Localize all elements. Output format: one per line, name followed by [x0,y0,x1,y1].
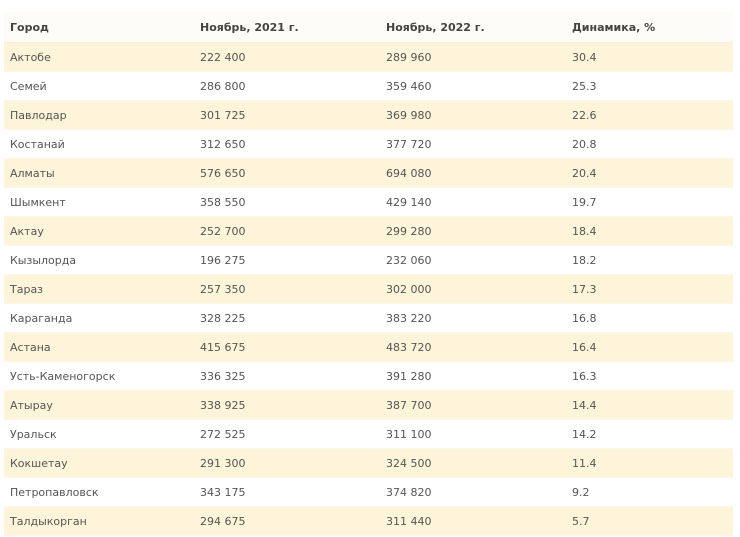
cell-city: Актобе [4,42,194,72]
cell-nov-2022: 311 100 [380,419,566,449]
cell-dynamics: 16.8 [566,303,733,333]
cell-dynamics: 16.4 [566,332,733,362]
table-row: Шымкент 358 550 429 140 19.7 [4,187,733,217]
header-city: Город [4,12,194,43]
cell-nov-2022: 694 080 [380,158,566,188]
cell-city: Петропавловск [4,477,194,507]
table-row: Караганда 328 225 383 220 16.8 [4,303,733,333]
cell-nov-2022: 483 720 [380,332,566,362]
table-row: Кокшетау 291 300 324 500 11.4 [4,448,733,478]
cell-city: Павлодар [4,100,194,130]
cell-dynamics: 11.4 [566,448,733,478]
cell-dynamics: 5.7 [566,506,733,536]
table-row: Алматы 576 650 694 080 20.4 [4,158,733,188]
table-row: Петропавловск 343 175 374 820 9.2 [4,477,733,507]
cell-nov-2022: 289 960 [380,42,566,72]
cell-city: Астана [4,332,194,362]
cell-dynamics: 9.2 [566,477,733,507]
cell-city: Актау [4,216,194,246]
table-row: Актау 252 700 299 280 18.4 [4,216,733,246]
cell-dynamics: 30.4 [566,42,733,72]
table-row: Кызылорда 196 275 232 060 18.2 [4,245,733,275]
cell-dynamics: 14.4 [566,390,733,420]
cell-nov-2022: 311 440 [380,506,566,536]
cell-city: Кызылорда [4,245,194,275]
cell-dynamics: 19.7 [566,187,733,217]
cell-nov-2022: 299 280 [380,216,566,246]
cell-nov-2021: 338 925 [194,390,380,420]
cell-nov-2021: 312 650 [194,129,380,159]
cell-city: Костанай [4,129,194,159]
cell-city: Усть-Каменогорск [4,361,194,391]
cell-dynamics: 14.2 [566,419,733,449]
cell-nov-2022: 324 500 [380,448,566,478]
cell-dynamics: 16.3 [566,361,733,391]
table-header-row: Город Ноябрь, 2021 г. Ноябрь, 2022 г. Ди… [4,12,733,43]
cell-nov-2022: 429 140 [380,187,566,217]
cell-nov-2022: 387 700 [380,390,566,420]
cell-dynamics: 20.4 [566,158,733,188]
cell-city: Семей [4,71,194,101]
table-row: Уральск 272 525 311 100 14.2 [4,419,733,449]
city-price-table-container: Город Ноябрь, 2021 г. Ноябрь, 2022 г. Ди… [4,12,733,536]
cell-dynamics: 17.3 [566,274,733,304]
cell-nov-2021: 291 300 [194,448,380,478]
cell-nov-2021: 358 550 [194,187,380,217]
cell-nov-2021: 222 400 [194,42,380,72]
cell-nov-2022: 232 060 [380,245,566,275]
cell-nov-2021: 328 225 [194,303,380,333]
table-row: Актобе 222 400 289 960 30.4 [4,42,733,72]
cell-nov-2022: 383 220 [380,303,566,333]
cell-city: Талдыкорган [4,506,194,536]
table-body: Актобе 222 400 289 960 30.4 Семей 286 80… [4,42,733,536]
header-dynamics: Динамика, % [566,12,733,43]
table-row: Тараз 257 350 302 000 17.3 [4,274,733,304]
cell-nov-2021: 272 525 [194,419,380,449]
cell-city: Алматы [4,158,194,188]
cell-nov-2021: 294 675 [194,506,380,536]
cell-nov-2021: 336 325 [194,361,380,391]
cell-dynamics: 22.6 [566,100,733,130]
cell-nov-2021: 257 350 [194,274,380,304]
cell-nov-2021: 415 675 [194,332,380,362]
cell-city: Атырау [4,390,194,420]
table-row: Семей 286 800 359 460 25.3 [4,71,733,101]
cell-nov-2021: 286 800 [194,71,380,101]
cell-city: Караганда [4,303,194,333]
header-nov-2022: Ноябрь, 2022 г. [380,12,566,43]
cell-nov-2022: 359 460 [380,71,566,101]
table-row: Костанай 312 650 377 720 20.8 [4,129,733,159]
cell-dynamics: 25.3 [566,71,733,101]
cell-nov-2021: 252 700 [194,216,380,246]
cell-dynamics: 20.8 [566,129,733,159]
cell-nov-2022: 391 280 [380,361,566,391]
header-nov-2021: Ноябрь, 2021 г. [194,12,380,43]
cell-nov-2021: 576 650 [194,158,380,188]
table-row: Усть-Каменогорск 336 325 391 280 16.3 [4,361,733,391]
table-row: Талдыкорган 294 675 311 440 5.7 [4,506,733,536]
city-price-table: Город Ноябрь, 2021 г. Ноябрь, 2022 г. Ди… [4,12,733,536]
cell-nov-2022: 302 000 [380,274,566,304]
cell-city: Тараз [4,274,194,304]
cell-nov-2021: 301 725 [194,100,380,130]
cell-nov-2022: 374 820 [380,477,566,507]
table-row: Атырау 338 925 387 700 14.4 [4,390,733,420]
cell-dynamics: 18.2 [566,245,733,275]
cell-city: Кокшетау [4,448,194,478]
cell-city: Шымкент [4,187,194,217]
table-row: Астана 415 675 483 720 16.4 [4,332,733,362]
cell-city: Уральск [4,419,194,449]
cell-nov-2021: 196 275 [194,245,380,275]
cell-nov-2021: 343 175 [194,477,380,507]
cell-nov-2022: 377 720 [380,129,566,159]
cell-dynamics: 18.4 [566,216,733,246]
cell-nov-2022: 369 980 [380,100,566,130]
table-row: Павлодар 301 725 369 980 22.6 [4,100,733,130]
